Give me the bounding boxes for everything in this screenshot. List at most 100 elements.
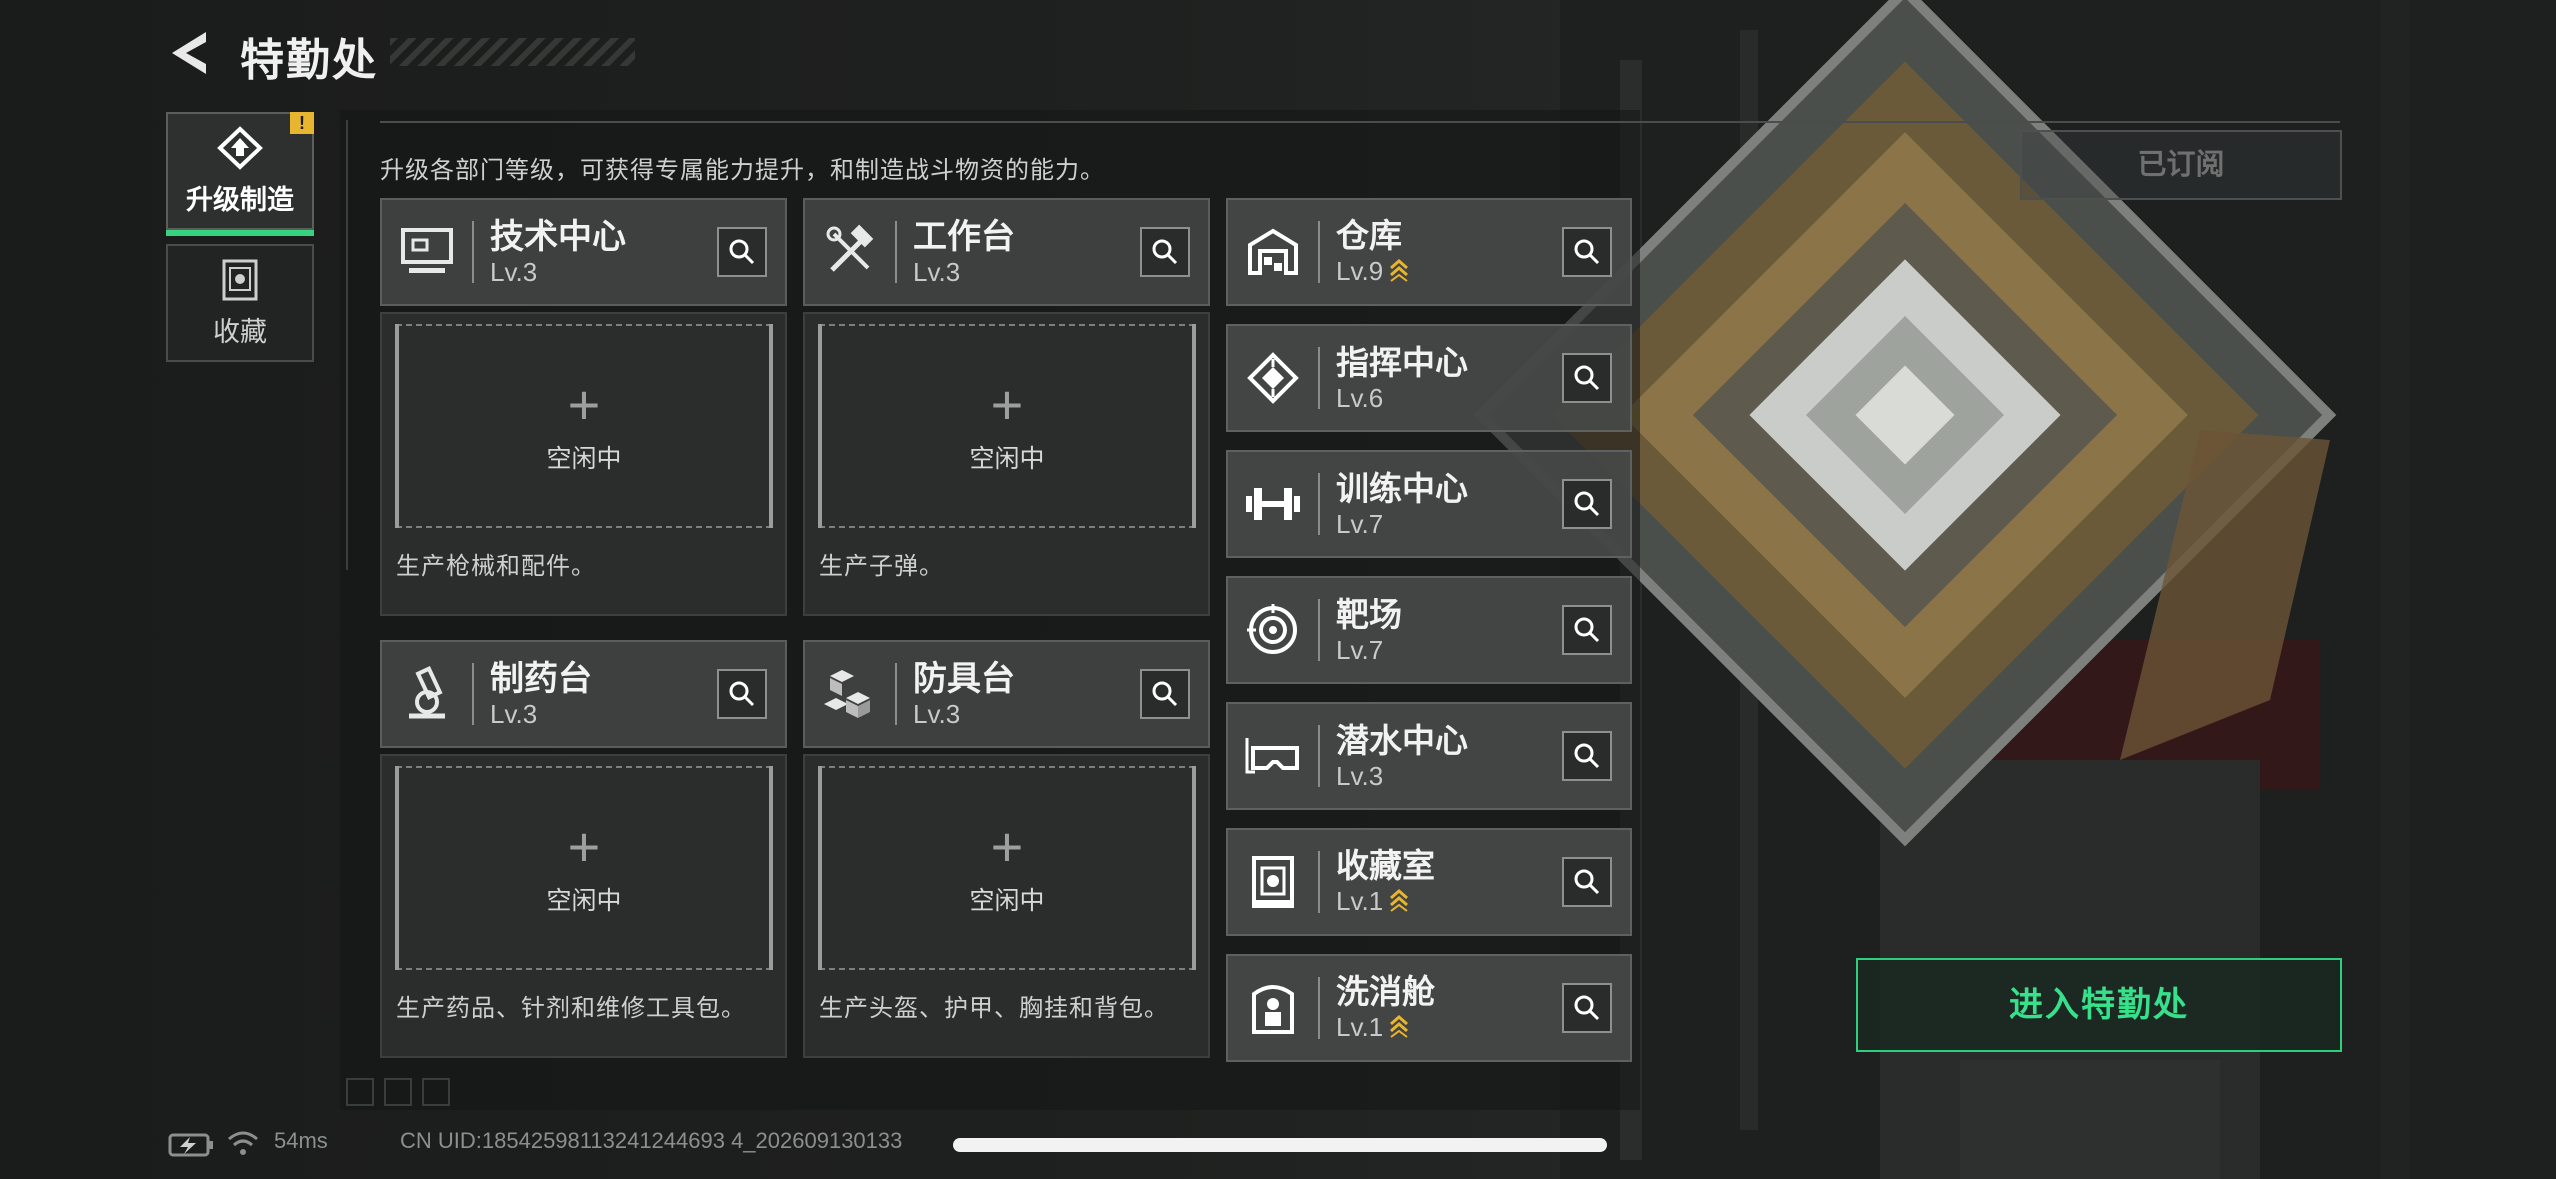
facility-name: 训练中心	[1336, 470, 1468, 507]
back-arrow-icon[interactable]	[166, 28, 212, 78]
header-divider	[380, 121, 2340, 123]
divider	[1318, 221, 1320, 283]
plus-icon: +	[990, 373, 1024, 436]
home-indicator[interactable]	[953, 1138, 1607, 1152]
title-decoration	[390, 38, 635, 66]
armor-blocks-icon	[805, 642, 895, 746]
uid-readout: CN UID:18542598113241244693 4_2026091301…	[400, 1128, 903, 1153]
workshop-description: 生产药品、针剂和维修工具包。	[396, 995, 746, 1022]
wifi-icon	[226, 1128, 260, 1163]
production-slot[interactable]: + 空闲中	[818, 766, 1196, 970]
plus-icon: +	[567, 373, 601, 436]
facility-warehouse[interactable]: 仓库 Lv.9	[1226, 198, 1632, 306]
divider	[1318, 347, 1320, 409]
inspect-button[interactable]	[717, 227, 767, 277]
facility-level: Lv.9	[1336, 256, 1384, 286]
divider	[1318, 473, 1320, 535]
search-icon	[729, 681, 755, 707]
diving-mask-icon	[1228, 704, 1318, 808]
inspect-button[interactable]	[1140, 227, 1190, 277]
upgrade-available-icon	[1389, 258, 1409, 288]
ping-readout: 54ms	[274, 1128, 328, 1153]
production-slot[interactable]: + 空闲中	[395, 324, 773, 528]
command-chip-icon	[1228, 326, 1318, 430]
facility-level: Lv.3	[1336, 761, 1384, 791]
divider	[1318, 851, 1320, 913]
plus-icon: +	[990, 815, 1024, 878]
enter-special-ops-button[interactable]: 进入特勤处	[1856, 958, 2342, 1052]
search-icon	[1574, 617, 1600, 643]
facility-level: Lv.7	[1336, 635, 1384, 665]
workshop-card-pharmacy: 制药台 Lv.3 + 空闲中 生产药品、针剂和维修工具包。	[380, 640, 787, 1058]
production-slot[interactable]: + 空闲中	[395, 766, 773, 970]
divider	[895, 221, 897, 283]
inspect-button[interactable]	[1562, 479, 1612, 529]
search-icon	[1574, 491, 1600, 517]
warehouse-icon	[1228, 200, 1318, 304]
workshop-description: 生产头盔、护甲、胸挂和背包。	[819, 995, 1169, 1022]
tab-label: 收藏	[213, 316, 267, 347]
facility-name: 仓库	[1336, 217, 1402, 254]
inspect-button[interactable]	[1562, 227, 1612, 277]
workshop-card-workbench: 工作台 Lv.3 + 空闲中 生产子弹。	[803, 198, 1210, 616]
workshop-name: 技术中心	[490, 218, 626, 256]
inspect-button[interactable]	[1562, 857, 1612, 907]
facility-level: Lv.1	[1336, 886, 1384, 916]
side-divider	[346, 120, 348, 570]
divider	[1318, 977, 1320, 1039]
facility-shooting-range[interactable]: 靶场 Lv.7	[1226, 576, 1632, 684]
inspect-button[interactable]	[1562, 353, 1612, 403]
workshop-level: Lv.3	[490, 699, 538, 729]
workshop-body: + 空闲中 生产药品、针剂和维修工具包。	[380, 754, 787, 1058]
facility-diving-center[interactable]: 潜水中心 Lv.3	[1226, 702, 1632, 810]
workshop-header[interactable]: 制药台 Lv.3	[380, 640, 787, 748]
inspect-button[interactable]	[1562, 731, 1612, 781]
workshop-card-armor: 防具台 Lv.3 + 空闲中 生产头盔、护甲、胸挂和背包。	[803, 640, 1210, 1058]
tab-upgrade-craft[interactable]: ! 升级制造	[166, 112, 314, 236]
dumbbell-icon	[1228, 452, 1318, 556]
inspect-button[interactable]	[1562, 983, 1612, 1033]
computer-icon	[382, 200, 472, 304]
facility-level: Lv.6	[1336, 383, 1384, 413]
upgrade-arrow-icon	[217, 125, 263, 170]
facility-decontamination-pod[interactable]: 洗消舱 Lv.1	[1226, 954, 1632, 1062]
collection-case-icon	[222, 259, 258, 300]
slot-status: 空闲中	[969, 445, 1045, 473]
facility-name: 靶场	[1336, 596, 1402, 633]
divider	[472, 663, 474, 725]
workshop-header[interactable]: 防具台 Lv.3	[803, 640, 1210, 748]
facility-level: Lv.1	[1336, 1012, 1384, 1042]
inspect-button[interactable]	[717, 669, 767, 719]
workshop-card-tech-center: 技术中心 Lv.3 + 空闲中 生产枪械和配件。	[380, 198, 787, 616]
workshop-description: 生产子弹。	[819, 553, 944, 580]
workshop-header[interactable]: 工作台 Lv.3	[803, 198, 1210, 306]
alert-badge: !	[290, 112, 314, 134]
facility-name: 收藏室	[1336, 847, 1435, 884]
workshop-body: + 空闲中 生产枪械和配件。	[380, 312, 787, 616]
slot-status: 空闲中	[969, 887, 1045, 915]
production-slot[interactable]: + 空闲中	[818, 324, 1196, 528]
decon-pod-icon	[1228, 956, 1318, 1060]
workshop-body: + 空闲中 生产头盔、护甲、胸挂和背包。	[803, 754, 1210, 1058]
workshop-header[interactable]: 技术中心 Lv.3	[380, 198, 787, 306]
tab-label: 升级制造	[186, 184, 294, 215]
workshop-level: Lv.3	[913, 699, 961, 729]
inspect-button[interactable]	[1562, 605, 1612, 655]
facility-collection-room[interactable]: 收藏室 Lv.1	[1226, 828, 1632, 936]
facility-command-center[interactable]: 指挥中心 Lv.6	[1226, 324, 1632, 432]
tab-collection[interactable]: 收藏	[166, 244, 314, 362]
decorative-squares	[346, 1078, 450, 1106]
divider	[472, 221, 474, 283]
inspect-button[interactable]	[1140, 669, 1190, 719]
collection-case-icon	[1228, 830, 1318, 934]
slot-status: 空闲中	[546, 887, 622, 915]
workshop-level: Lv.3	[490, 257, 538, 287]
workshop-description: 生产枪械和配件。	[396, 553, 596, 580]
workshop-name: 工作台	[913, 218, 1015, 256]
workshop-name: 制药台	[490, 660, 592, 698]
subscribed-label: 已订阅	[2020, 130, 2342, 200]
slot-status: 空闲中	[546, 445, 622, 473]
search-icon	[1574, 869, 1600, 895]
page-title: 特勤处	[240, 36, 378, 85]
facility-training-center[interactable]: 训练中心 Lv.7	[1226, 450, 1632, 558]
